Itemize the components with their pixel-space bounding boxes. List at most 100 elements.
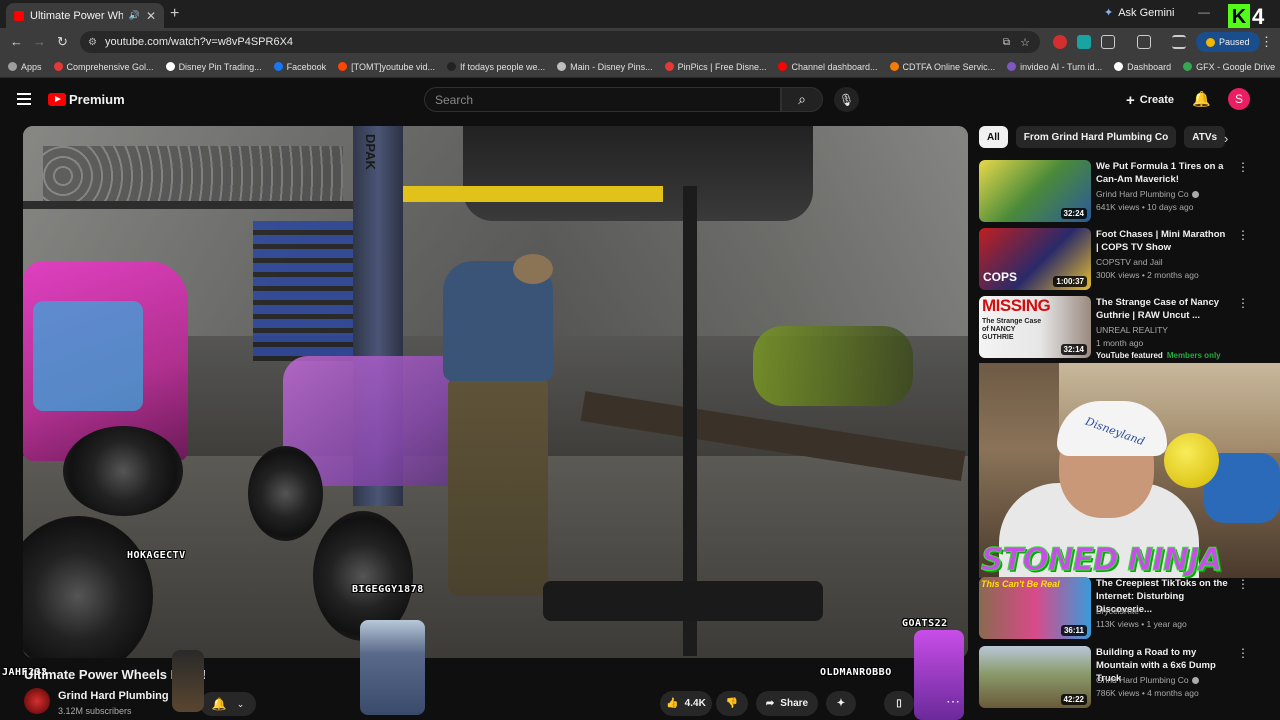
- bookmark-favicon-icon: [664, 62, 674, 71]
- bookmark-item[interactable]: Comprehensive Gol...: [53, 62, 154, 72]
- video-player[interactable]: DPAK HOKAGECTV BIGEGGY1878 GOATS22: [23, 126, 968, 658]
- video-thumbnail[interactable]: MISSING The Strange Case of NANCY GUTHRI…: [979, 296, 1091, 358]
- bookmark-item[interactable]: invideo AI - Turn id...: [1007, 62, 1102, 72]
- close-tab-icon[interactable]: ✕: [146, 9, 156, 23]
- extension-teal-icon[interactable]: [1077, 35, 1091, 49]
- ask-ai-button[interactable]: ✦: [826, 691, 856, 716]
- new-tab-button[interactable]: +: [170, 5, 179, 23]
- bookmark-label: PinPics | Free Disne...: [677, 61, 767, 72]
- like-count: 4.4K: [684, 698, 706, 709]
- extensions-puzzle-icon[interactable]: [1101, 35, 1115, 49]
- bookmark-item[interactable]: Channel dashboard...: [778, 61, 878, 72]
- voice-search-button[interactable]: 🎙: [834, 87, 859, 112]
- youtube-masthead: Premium Search ⌕ 🎙 + Create 🔔 S: [0, 80, 1270, 120]
- filter-chip[interactable]: All: [979, 126, 1008, 148]
- video-title[interactable]: Foot Chases | Mini Marathon | COPS TV Sh…: [1096, 228, 1228, 254]
- reload-icon[interactable]: ↻: [57, 34, 68, 50]
- channel-name[interactable]: Grind Hard Plumbing Co: [1096, 189, 1199, 199]
- search-input[interactable]: Search: [424, 87, 781, 112]
- account-avatar[interactable]: S: [1228, 88, 1250, 110]
- ask-gemini-button[interactable]: ✦ Ask Gemini: [1104, 6, 1174, 20]
- more-options-icon[interactable]: ⋮: [1237, 228, 1249, 242]
- bookmark-item[interactable]: Disney Pin Trading...: [165, 62, 262, 72]
- video-thumbnail[interactable]: 32:24: [979, 160, 1091, 222]
- channel-name[interactable]: Grind Hard Plumbing Co: [1096, 675, 1199, 685]
- bookmark-item[interactable]: Dashboard: [1114, 62, 1171, 72]
- bookmark-item[interactable]: PinPics | Free Disne...: [664, 61, 767, 72]
- bookmark-label: If todays people we...: [460, 61, 546, 72]
- menu-hamburger-icon[interactable]: [17, 93, 31, 105]
- thumbnail-text: This Can't Be Real: [981, 579, 1060, 589]
- video-meta: 786K views • 4 months ago: [1096, 688, 1199, 698]
- floor-jack: [543, 581, 823, 621]
- recommendation-item[interactable]: 42:22 Building a Road to my Mountain wit…: [979, 646, 1269, 708]
- bookmark-item[interactable]: Main - Disney Pins...: [557, 62, 653, 72]
- channel-name[interactable]: Grind Hard Plumbing Co: [58, 690, 186, 702]
- install-icon[interactable]: ⧉: [1003, 37, 1010, 48]
- save-button[interactable]: ▯: [884, 691, 914, 716]
- bookmark-item[interactable]: Apps: [8, 62, 42, 72]
- more-options-icon[interactable]: ⋮: [1237, 296, 1249, 310]
- notifications-bell-icon[interactable]: 🔔: [1192, 90, 1211, 108]
- speaker-icon[interactable]: 🔊: [129, 10, 140, 21]
- browser-tab-youtube[interactable]: Ultimate Power Wheels Ra... 🔊 ✕: [6, 3, 164, 28]
- chrome-menu-icon[interactable]: ⋮: [1260, 34, 1273, 50]
- profile-paused-button[interactable]: Paused: [1196, 32, 1260, 52]
- bookmark-item[interactable]: GFX - Google Drive: [1183, 62, 1275, 72]
- video-thumbnail[interactable]: COPS 1:00:37: [979, 228, 1091, 290]
- create-button[interactable]: + Create: [1118, 88, 1182, 112]
- dislike-button[interactable]: 👎: [716, 691, 748, 716]
- bookmarks-bar: Apps Comprehensive Gol... Disney Pin Tradi…: [0, 56, 1280, 78]
- bookmark-favicon-icon: [557, 62, 567, 71]
- reading-list-icon[interactable]: [1172, 35, 1186, 49]
- channel-name[interactable]: UNREAL REALITY: [1096, 325, 1168, 335]
- youtube-logo-text: Premium: [69, 92, 125, 107]
- thumbs-up-icon: 👍: [666, 698, 679, 709]
- address-bar[interactable]: ⚙ youtube.com/watch?v=w8vP4SPR6X4 ⧉ ☆: [80, 31, 1040, 53]
- tab-title: Ultimate Power Wheels Ra...: [30, 9, 123, 22]
- channel-name[interactable]: COPSTV and Jail: [1096, 257, 1163, 267]
- bookmark-star-icon[interactable]: ☆: [1020, 36, 1030, 49]
- forward-icon[interactable]: →: [33, 34, 46, 49]
- like-button[interactable]: 👍 4.4K: [660, 691, 712, 716]
- filter-chip[interactable]: From Grind Hard Plumbing Co: [1015, 126, 1177, 148]
- site-info-icon[interactable]: ⚙: [88, 37, 97, 48]
- more-options-icon[interactable]: ⋮: [1237, 646, 1249, 660]
- video-thumbnail[interactable]: This Can't Be Real 36:11: [979, 577, 1091, 639]
- recommendation-item[interactable]: 32:24 We Put Formula 1 Tires on a Can-Am…: [979, 160, 1269, 222]
- more-options-icon[interactable]: ⋮: [1237, 577, 1249, 591]
- recommendation-item[interactable]: This Can't Be Real 36:11 The Creepiest T…: [979, 577, 1269, 639]
- share-icon: ➦: [765, 698, 775, 709]
- more-actions-icon[interactable]: ⋯: [946, 693, 960, 710]
- chevron-right-icon[interactable]: ›: [1224, 131, 1228, 146]
- share-button[interactable]: ➦ Share: [756, 691, 818, 716]
- microphone-icon: 🎙: [838, 92, 855, 107]
- subscription-bell-button[interactable]: 🔔 ⌄: [200, 692, 256, 716]
- bookmark-item[interactable]: If todays people we...: [447, 62, 545, 72]
- filter-chip[interactable]: ATVs: [1184, 126, 1226, 148]
- bookmark-favicon-icon: [8, 62, 17, 71]
- youtube-premium-logo[interactable]: Premium: [48, 92, 125, 107]
- recommendation-item[interactable]: COPS 1:00:37 Foot Chases | Mini Marathon…: [979, 228, 1269, 290]
- minimize-icon[interactable]: —: [1198, 5, 1210, 19]
- channel-avatar[interactable]: [24, 688, 50, 714]
- bookmark-label: Channel dashboard...: [791, 61, 878, 72]
- recommendation-item[interactable]: MISSING The Strange Case of NANCY GUTHRI…: [979, 296, 1269, 360]
- video-thumbnail[interactable]: 42:22: [979, 646, 1091, 708]
- chevron-down-icon: ⌄: [236, 698, 245, 709]
- bookmark-item[interactable]: CDTFA Online Servic...: [889, 62, 995, 72]
- viewer-overlay-name: GOATS22: [902, 618, 948, 629]
- video-title[interactable]: The Strange Case of Nancy Guthrie | RAW …: [1096, 296, 1228, 322]
- back-icon[interactable]: ←: [10, 34, 23, 49]
- bookmark-favicon-icon: [778, 62, 788, 71]
- channel-name[interactable]: BrycelsRite: [1096, 606, 1139, 616]
- search-button[interactable]: ⌕: [781, 87, 823, 112]
- extension-red-icon[interactable]: [1053, 35, 1067, 49]
- bookmark-item[interactable]: Facebook: [273, 62, 326, 72]
- bookmark-icon: ▯: [896, 698, 902, 709]
- video-title[interactable]: We Put Formula 1 Tires on a Can-Am Maver…: [1096, 160, 1228, 186]
- bookmark-item[interactable]: [TOMT]youtube vid...: [338, 62, 435, 72]
- thumbnail-subtext: The Strange Case of NANCY GUTHRIE: [982, 318, 1042, 341]
- more-options-icon[interactable]: ⋮: [1237, 160, 1249, 174]
- tab-search-icon[interactable]: [1137, 35, 1151, 49]
